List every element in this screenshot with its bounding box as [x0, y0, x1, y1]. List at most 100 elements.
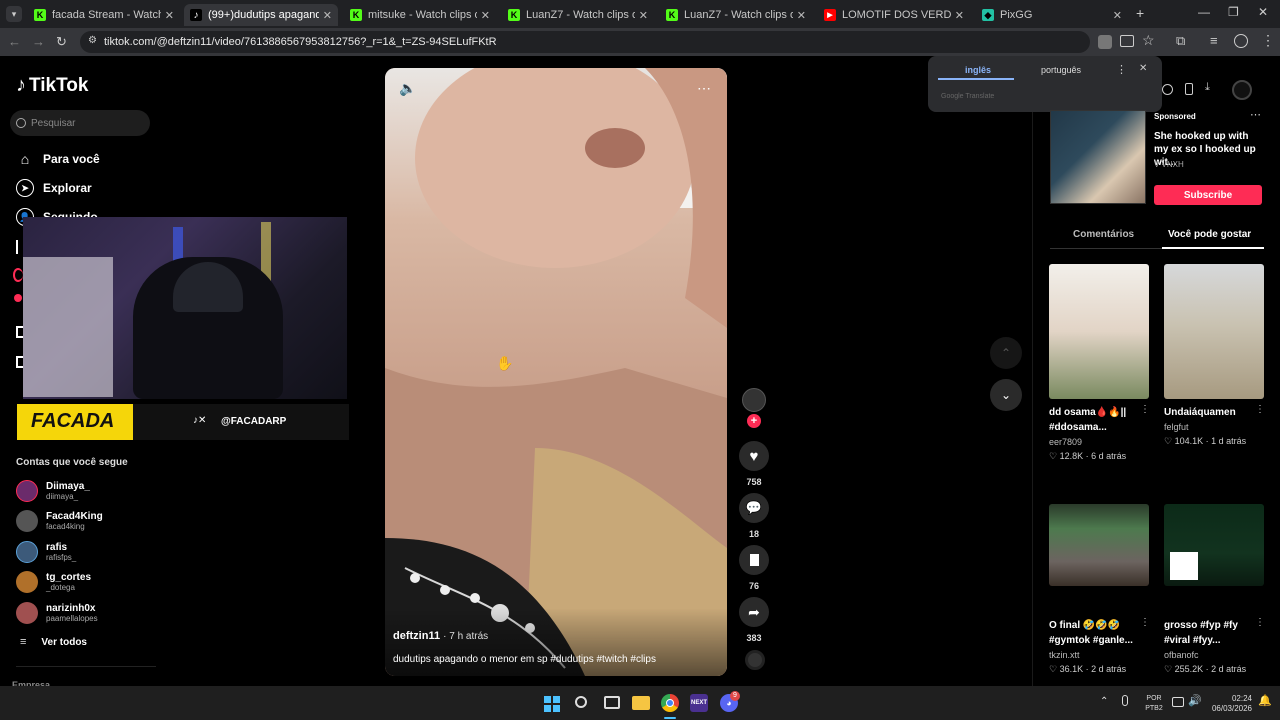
following-item[interactable]: tg_cortes _dotega — [16, 571, 91, 593]
ad-thumbnail[interactable] — [1050, 110, 1146, 204]
suggestion-thumbnail[interactable] — [1164, 504, 1264, 586]
translate-close-icon[interactable]: ✕ — [1139, 63, 1147, 74]
author-avatar[interactable] — [742, 388, 766, 412]
profile-icon[interactable] — [1234, 34, 1248, 48]
next-app-icon[interactable]: NEXT — [690, 694, 708, 712]
new-tab-button[interactable]: + — [1136, 5, 1144, 21]
browser-tab[interactable]: K mitsuke - Watch clips on Kick ✕ — [344, 4, 496, 26]
suggestion-more-icon[interactable]: ⋮ — [1255, 617, 1265, 628]
search-input[interactable]: Pesquisar — [10, 110, 150, 136]
translate-lang-target[interactable]: português — [1041, 65, 1081, 75]
browser-tab[interactable]: ▶ LOMOTIF DOS VERDES #1 (CID ✕ — [818, 4, 970, 26]
close-tab-icon[interactable]: ✕ — [955, 9, 964, 22]
site-info-icon[interactable]: ⚙ — [88, 35, 97, 46]
nav-para-voce[interactable]: ⌂ Para você — [16, 150, 100, 168]
translate-lang-source[interactable]: inglês — [965, 65, 991, 75]
close-tab-icon[interactable]: ✕ — [797, 9, 806, 22]
previous-video-button[interactable]: ⌃ — [990, 337, 1022, 369]
sidebar-divider — [16, 666, 156, 667]
extensions-icon[interactable]: ⧉ — [1176, 33, 1185, 49]
suggestion-user[interactable]: ofbanofc — [1164, 650, 1199, 660]
tab-suggested[interactable]: Você pode gostar — [1168, 229, 1251, 240]
browser-tab[interactable]: K facada Stream - Watch Live on ✕ — [28, 4, 180, 26]
back-button[interactable]: ← — [8, 34, 21, 49]
suggestion-user[interactable]: eer7809 — [1049, 437, 1082, 447]
coin-icon[interactable] — [1162, 84, 1173, 95]
suggestion-thumbnail[interactable] — [1049, 504, 1149, 586]
tab-comments[interactable]: Comentários — [1073, 229, 1134, 240]
suggestion-more-icon[interactable]: ⋮ — [1140, 404, 1150, 415]
ad-subscribe-button[interactable]: Subscribe — [1154, 185, 1262, 205]
language-indicator[interactable]: POR PTB2 — [1143, 694, 1165, 714]
ad-more-icon[interactable]: ⋯ — [1250, 108, 1261, 121]
browser-tab[interactable]: ◆ PixGG ✕ — [976, 4, 1128, 26]
following-item[interactable]: rafis rafisfps_ — [16, 541, 76, 563]
like-button[interactable]: ♥ — [739, 441, 769, 471]
address-bar[interactable]: ⚙ tiktok.com/@deftzin11/video/7613886567… — [80, 31, 1090, 53]
reload-button[interactable]: ↻ — [56, 34, 67, 50]
more-options-icon[interactable]: ⋯ — [697, 80, 711, 97]
suggestion-more-icon[interactable]: ⋮ — [1255, 404, 1265, 415]
save-button[interactable] — [739, 545, 769, 575]
browser-tab[interactable]: K LuanZ7 - Watch clips on Kick ✕ — [660, 4, 812, 26]
suggestion-title[interactable]: O final 🤣🤣🤣 #gymtok #ganle... — [1049, 618, 1143, 648]
network-icon[interactable] — [1172, 697, 1184, 707]
forward-button[interactable]: → — [32, 34, 45, 49]
following-item[interactable]: narizinh0x paamellalopes — [16, 602, 98, 624]
browser-tab-active[interactable]: ♪ (99+)dudutips apagando o men ✕ — [184, 4, 338, 26]
suggestion-title[interactable]: dd osama🩸🔥|| #ddosama... — [1049, 405, 1143, 435]
suggestion-thumbnail[interactable] — [1164, 264, 1264, 399]
notifications-icon[interactable]: 🔔 — [1258, 694, 1272, 707]
video-author[interactable]: deftzin11 · 7 h atrás — [393, 630, 488, 642]
chrome-icon[interactable] — [661, 694, 679, 712]
sound-disc-icon[interactable] — [745, 650, 765, 670]
task-view-icon[interactable] — [604, 696, 620, 709]
tiktok-logo[interactable]: ♪ TikTok — [16, 74, 88, 97]
menu-icon[interactable]: ⋮ — [1261, 32, 1275, 49]
suggestion-title[interactable]: grosso #fyp #fy #viral #fyy... — [1164, 618, 1258, 648]
following-item[interactable]: Facad4King facad4king — [16, 510, 103, 532]
suggestion-title[interactable]: Undaiáquamen — [1164, 405, 1258, 420]
download-icon[interactable]: ⤓ — [1205, 81, 1210, 94]
microphone-icon[interactable] — [1122, 695, 1128, 706]
close-tab-icon[interactable]: ✕ — [165, 9, 174, 22]
media-control-icon[interactable]: ≡ — [1210, 33, 1218, 48]
browser-tab[interactable]: K LuanZ7 - Watch clips on Kick ✕ — [502, 4, 654, 26]
close-tab-icon[interactable]: ✕ — [1113, 9, 1122, 22]
search-taskbar-icon[interactable] — [575, 696, 587, 708]
following-item[interactable]: Diimaya_ diimaya_ — [16, 480, 90, 502]
close-tab-icon[interactable]: ✕ — [323, 9, 332, 22]
nav-explorar[interactable]: ➤ Explorar — [16, 179, 92, 197]
suggestion-user[interactable]: tkzin.xtt — [1049, 650, 1080, 660]
video-player[interactable]: 🔈 ⋯ deftzin11 · 7 h atrás dudutips apaga… — [385, 68, 727, 676]
suggestion-user[interactable]: felgfut — [1164, 422, 1189, 432]
user-avatar[interactable] — [1232, 80, 1252, 100]
tray-chevron-icon[interactable]: ⌃ — [1100, 696, 1108, 707]
phone-icon[interactable] — [1185, 83, 1193, 95]
share-button[interactable]: ➦ — [739, 597, 769, 627]
close-tab-icon[interactable]: ✕ — [639, 9, 648, 22]
suggestion-thumbnail[interactable] — [1049, 264, 1149, 399]
close-tab-icon[interactable]: ✕ — [481, 9, 490, 22]
bookmark-star-icon[interactable]: ☆ — [1142, 32, 1155, 49]
like-count: 758 — [746, 477, 762, 487]
clock[interactable]: 02:24 06/03/2026 — [1206, 694, 1252, 714]
maximize-button[interactable]: ❐ — [1228, 5, 1239, 19]
tab-list-icon[interactable]: ▾ — [6, 6, 22, 22]
volume-icon[interactable]: 🔈 — [399, 80, 416, 97]
see-all-button[interactable]: ≡ Ver todos — [20, 636, 87, 648]
next-video-button[interactable]: ⌄ — [990, 379, 1022, 411]
suggestion-more-icon[interactable]: ⋮ — [1140, 617, 1150, 628]
translate-icon[interactable] — [1098, 35, 1112, 49]
video-caption[interactable]: dudutips apagando o menor em sp #dudutip… — [393, 654, 656, 665]
close-window-button[interactable]: ✕ — [1258, 5, 1268, 19]
minimize-button[interactable]: — — [1198, 5, 1210, 19]
volume-tray-icon[interactable]: 🔊 — [1188, 694, 1202, 707]
install-app-icon[interactable] — [1120, 35, 1134, 47]
translate-menu-icon[interactable]: ⋮ — [1116, 63, 1127, 76]
start-button[interactable] — [544, 696, 560, 712]
nav-live-icon[interactable] — [13, 268, 23, 282]
follow-button[interactable]: + — [747, 414, 761, 428]
comment-button[interactable]: 💬 — [739, 493, 769, 523]
file-explorer-icon[interactable] — [632, 696, 650, 710]
